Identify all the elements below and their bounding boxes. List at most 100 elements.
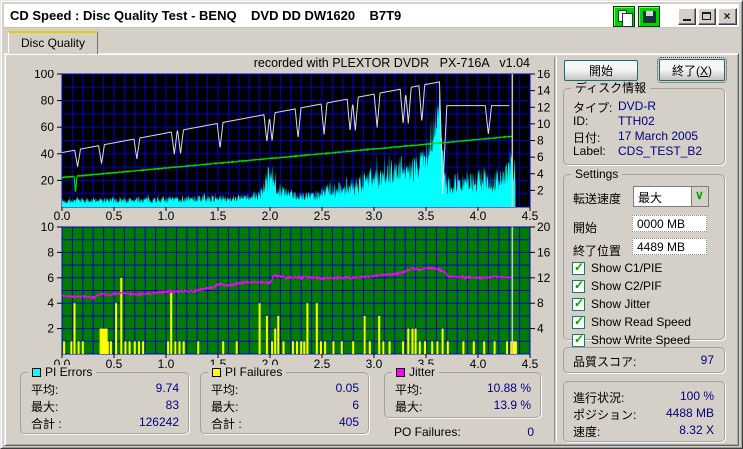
pi-failures-bar [271, 341, 274, 354]
tab-disc-quality[interactable]: Disc Quality [8, 31, 98, 54]
pi-failures-bar [115, 303, 118, 354]
end-position-field[interactable]: 4489 MB [632, 238, 707, 255]
jitter-panel: Jitter 平均: 10.88 % 最大: 13.9 % [384, 365, 541, 418]
pi-failures-bar [235, 341, 238, 354]
left-axis-tick: 2 [47, 322, 54, 336]
disc-info-value: 17 March 2005 [618, 129, 699, 143]
minimize-icon [683, 19, 691, 21]
pi-failures-bar [363, 315, 366, 354]
right-axis-tick: 16 [537, 245, 551, 259]
x-axis-tick: 1.5 [210, 209, 227, 223]
pi-failures-bar [81, 341, 84, 354]
checkbox-box: ✓ [572, 314, 585, 329]
jitter-swatch [396, 367, 405, 377]
left-axis-tick: 60 [41, 120, 55, 134]
pi-errors-panel: PI Errors 平均: 9.74 最大: 83 合計 : 126242 [20, 365, 189, 434]
pi-failures-bar [418, 341, 421, 354]
close-button[interactable]: × [718, 8, 737, 25]
check-icon: ✓ [574, 278, 585, 292]
x-axis-tick: 2.0 [262, 209, 279, 223]
pi-errors-swatch [32, 367, 41, 377]
start-position-field[interactable]: 0000 MB [632, 215, 707, 232]
pi-failures-bar [77, 341, 80, 354]
right-axis-tick: 12 [537, 271, 551, 285]
check-icon: ✓ [574, 260, 585, 274]
pi-failures-bar [197, 341, 200, 354]
settings-title: Settings [571, 167, 623, 181]
position-label: ポジション: [573, 408, 637, 422]
pi-failures-bar [128, 341, 131, 354]
pi-failures-bar [306, 303, 309, 354]
save-icon [643, 11, 656, 23]
x-axis-tick: 4.5 [522, 357, 539, 371]
position-value: 4488 MB [665, 406, 714, 420]
pi-failures-bar [120, 277, 123, 354]
maximize-icon [702, 12, 711, 20]
pi-failures-bar [70, 341, 73, 354]
exit-button[interactable]: 終了(X) [657, 57, 727, 83]
pi-failures-bar [472, 341, 475, 354]
speed-value: 8.32 X [679, 423, 714, 437]
app-window: CD Speed : Disc Quality Test - BENQ DVD … [0, 0, 743, 449]
close-icon: × [723, 9, 731, 23]
checkbox-box: ✓ [572, 296, 585, 311]
recorded-with-annotation: recorded with PLEXTOR DVDR PX-716A v1.04 [253, 56, 530, 70]
pi-failures-bar [167, 341, 170, 354]
pi-failures-bar [446, 341, 449, 354]
pi-failures-bar [99, 328, 108, 354]
pi-failures-bar [483, 341, 486, 354]
title-bar: CD Speed : Disc Quality Test - BENQ DVD … [4, 4, 739, 28]
x-axis-tick: 0.0 [54, 209, 71, 223]
pi-failures-bar [124, 341, 127, 354]
x-axis-tick: 3.0 [366, 357, 383, 371]
left-axis-tick: 100 [34, 70, 54, 81]
progress-value: 100 % [679, 389, 714, 403]
stat-value: 13.9 % [493, 398, 531, 412]
pi-failures-bar [174, 341, 177, 354]
right-axis-tick: 4 [537, 322, 544, 336]
pi-failures-bar [109, 341, 112, 354]
start-button[interactable]: 開始 [564, 60, 638, 81]
po-failures-value: 0 [527, 425, 534, 439]
pi-failures-bar [258, 303, 261, 354]
right-axis-tick: 10 [537, 117, 551, 131]
stat-value: 6 [352, 398, 359, 412]
disc-info-title: ディスク情報 [571, 81, 651, 95]
pi-failures-bar [388, 341, 391, 354]
transfer-speed-value: 最大 [638, 191, 663, 205]
combo-dropdown-button[interactable]: ∨ [691, 187, 708, 206]
x-axis-tick: 4.0 [470, 357, 487, 371]
save-button[interactable] [638, 6, 660, 27]
left-axis-tick: 40 [41, 147, 55, 161]
stat-value: 9.74 [155, 381, 179, 395]
left-axis-tick: 4 [47, 296, 54, 310]
stat-label: 平均: [211, 383, 239, 397]
disc-info-label: ID: [573, 114, 589, 128]
disc-info-panel: ディスク情報 タイプ: DVD-R ID: TTH02 日付: 17 March 20… [563, 81, 725, 165]
checkbox-box: ✓ [572, 260, 585, 275]
transfer-speed-select[interactable]: 最大 ∨ [633, 186, 709, 207]
stat-label: 最大: [31, 400, 59, 414]
maximize-button[interactable] [698, 8, 716, 25]
tab-label: Disc Quality [20, 36, 85, 50]
left-axis-tick: 10 [41, 220, 55, 234]
left-axis-tick: 20 [41, 173, 55, 187]
pi-failures-bar [493, 341, 496, 354]
x-axis-tick: 0.5 [106, 357, 123, 371]
minimize-button[interactable] [678, 8, 696, 25]
copy-to-clipboard-button[interactable] [613, 6, 635, 27]
pi-failures-bar [407, 328, 410, 354]
pi-errors-title: PI Errors [45, 365, 93, 379]
disc-info-value: TTH02 [618, 114, 655, 128]
pi-failures-bar [300, 341, 303, 354]
x-axis-tick: 2.5 [314, 357, 331, 371]
pi-failures-bar [182, 341, 185, 354]
pi-failures-panel: PI Failures 平均: 0.05 最大: 6 合計 : 405 [200, 365, 369, 434]
stat-label: 平均: [31, 383, 59, 397]
check-icon: ✓ [574, 332, 585, 346]
window-title: CD Speed : Disc Quality Test - BENQ DVD … [10, 8, 402, 23]
pi-failures-bar [274, 328, 277, 354]
right-axis-tick: 20 [537, 220, 551, 234]
x-axis-tick: 4.0 [470, 209, 487, 223]
stat-label: 平均: [395, 383, 423, 397]
